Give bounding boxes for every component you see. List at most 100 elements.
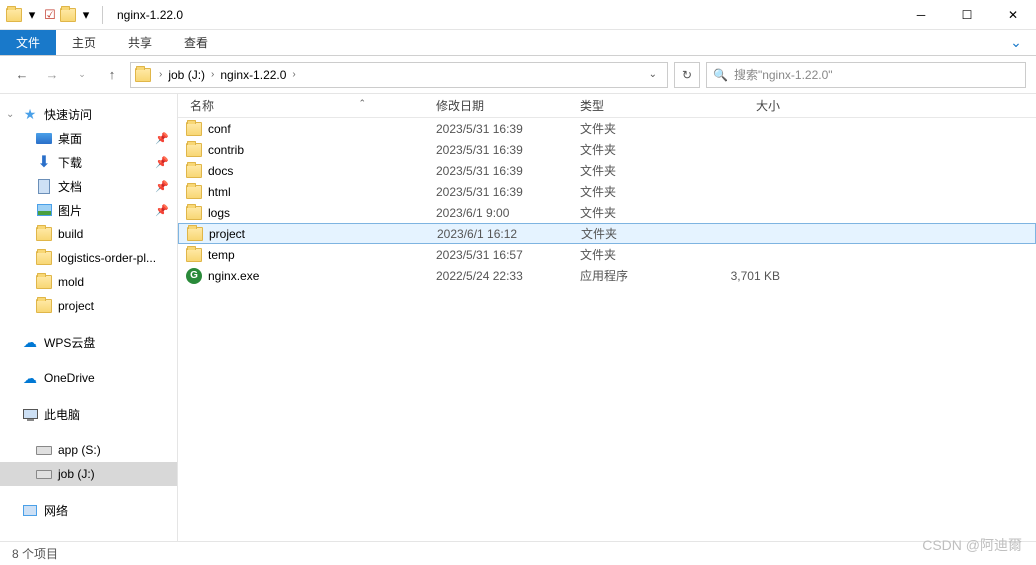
folder-icon — [36, 227, 52, 241]
sidebar-label: OneDrive — [44, 371, 95, 385]
sidebar-quick-item[interactable]: build — [0, 222, 177, 246]
refresh-button[interactable]: ↻ — [674, 62, 700, 88]
document-icon — [36, 178, 52, 194]
window-controls: ─ ☐ ✕ — [898, 0, 1036, 30]
sidebar-drive-item[interactable]: app (S:) — [0, 438, 177, 462]
chevron-right-icon[interactable]: › — [288, 69, 299, 80]
qat-divider-icon[interactable]: ▾ — [78, 7, 94, 23]
tab-home[interactable]: 主页 — [56, 30, 112, 55]
star-icon: ★ — [22, 106, 38, 122]
sidebar-network[interactable]: 网络 — [0, 498, 177, 522]
network-icon — [22, 502, 38, 518]
sidebar-item-label: 桌面 — [58, 130, 82, 147]
pin-icon: 📌 — [155, 204, 169, 217]
breadcrumb-item[interactable]: nginx-1.22.0 — [218, 68, 288, 82]
column-date[interactable]: 修改日期 — [436, 97, 580, 114]
file-type: 文件夹 — [581, 225, 701, 242]
column-size[interactable]: 大小 — [700, 97, 810, 114]
file-tab[interactable]: 文件 — [0, 30, 56, 55]
chevron-right-icon[interactable]: › — [207, 69, 218, 80]
file-date: 2023/5/31 16:39 — [436, 143, 580, 157]
file-name: project — [209, 227, 245, 241]
sidebar-quick-item[interactable]: logistics-order-pl... — [0, 246, 177, 270]
file-row[interactable]: html2023/5/31 16:39文件夹 — [178, 181, 1036, 202]
tab-view[interactable]: 查看 — [168, 30, 224, 55]
sidebar-wps[interactable]: ☁ WPS云盘 — [0, 330, 177, 354]
sidebar-quick-item[interactable]: mold — [0, 270, 177, 294]
breadcrumb-item[interactable]: job (J:) — [166, 68, 207, 82]
file-name: temp — [208, 248, 235, 262]
sidebar: ⌄ ★ 快速访问 桌面📌⬇下载📌文档📌图片📌buildlogistics-ord… — [0, 94, 178, 541]
sidebar-item-label: 下载 — [58, 154, 82, 171]
column-label: 名称 — [190, 99, 214, 113]
file-date: 2023/5/31 16:39 — [436, 122, 580, 136]
minimize-button[interactable]: ─ — [898, 0, 944, 30]
sidebar-label: 网络 — [44, 502, 68, 519]
sidebar-quick-item[interactable]: project — [0, 294, 177, 318]
close-button[interactable]: ✕ — [990, 0, 1036, 30]
properties-icon[interactable]: ☑ — [42, 7, 58, 23]
sidebar-item-label: build — [58, 227, 83, 241]
file-type: 文件夹 — [580, 141, 700, 158]
file-row[interactable]: docs2023/5/31 16:39文件夹 — [178, 160, 1036, 181]
file-row[interactable]: Gnginx.exe2022/5/24 22:33应用程序3,701 KB — [178, 265, 1036, 286]
open-folder-icon[interactable] — [60, 8, 76, 22]
sidebar-drive-item[interactable]: job (J:) — [0, 462, 177, 486]
up-button[interactable]: ↑ — [100, 63, 124, 87]
sidebar-this-pc[interactable]: 此电脑 — [0, 402, 177, 426]
sidebar-quick-item[interactable]: 桌面 📌 — [0, 126, 177, 150]
folder-icon — [186, 248, 202, 262]
recent-dropdown-icon[interactable]: ⌄ — [70, 63, 94, 87]
file-size: 3,701 KB — [700, 269, 810, 283]
file-type: 文件夹 — [580, 120, 700, 137]
file-name: docs — [208, 164, 233, 178]
chevron-right-icon[interactable]: › — [155, 69, 166, 80]
sidebar-onedrive[interactable]: ☁ OneDrive — [0, 366, 177, 390]
sidebar-quick-item[interactable]: ⬇下载📌 — [0, 150, 177, 174]
file-name: nginx.exe — [208, 269, 259, 283]
desktop-icon — [36, 130, 52, 146]
maximize-button[interactable]: ☐ — [944, 0, 990, 30]
file-row[interactable]: project2023/6/1 16:12文件夹 — [178, 223, 1036, 244]
file-row[interactable]: conf 2023/5/31 16:39文件夹 — [178, 118, 1036, 139]
app-folder-icon — [6, 8, 22, 22]
file-row[interactable]: temp2023/5/31 16:57文件夹 — [178, 244, 1036, 265]
folder-icon — [186, 143, 202, 157]
pin-icon: 📌 — [155, 132, 169, 145]
sidebar-item-label: app (S:) — [58, 443, 101, 457]
column-type[interactable]: 类型 — [580, 97, 700, 114]
pc-icon — [22, 406, 38, 422]
sidebar-quick-access[interactable]: ⌄ ★ 快速访问 — [0, 102, 177, 126]
titlebar: ▾ ☑ ▾ nginx-1.22.0 ─ ☐ ✕ — [0, 0, 1036, 30]
file-date: 2023/6/1 9:00 — [436, 206, 580, 220]
qat-dropdown-icon[interactable]: ▾ — [24, 7, 40, 23]
tab-share[interactable]: 共享 — [112, 30, 168, 55]
folder-icon — [186, 122, 202, 136]
column-headers: 名称 ⌃ 修改日期 类型 大小 — [178, 94, 1036, 118]
back-button[interactable]: ← — [10, 63, 34, 87]
search-box[interactable]: 🔍 搜索"nginx-1.22.0" — [706, 62, 1026, 88]
file-list: conf2023/5/31 16:39文件夹contrib2023/5/31 1… — [178, 118, 1036, 541]
address-dropdown-icon[interactable]: ⌄ — [643, 69, 663, 80]
file-name: conf — [208, 122, 231, 136]
folder-icon — [186, 164, 202, 178]
column-name[interactable]: 名称 ⌃ — [178, 97, 436, 114]
file-type: 文件夹 — [580, 183, 700, 200]
ribbon-expand-icon[interactable]: ⌄ — [996, 30, 1036, 55]
search-placeholder: 搜索"nginx-1.22.0" — [734, 66, 833, 83]
address-folder-icon — [135, 68, 151, 82]
file-date: 2023/5/31 16:57 — [436, 248, 580, 262]
sidebar-quick-item[interactable]: 文档📌 — [0, 174, 177, 198]
file-row[interactable]: logs2023/6/1 9:00文件夹 — [178, 202, 1036, 223]
file-name: contrib — [208, 143, 244, 157]
chevron-down-icon[interactable]: ⌄ — [6, 109, 14, 120]
drive-icon — [36, 466, 52, 482]
pin-icon: 📌 — [155, 180, 169, 193]
sidebar-quick-item[interactable]: 图片📌 — [0, 198, 177, 222]
ribbon: 文件 主页 共享 查看 ⌄ — [0, 30, 1036, 56]
file-row[interactable]: contrib 2023/5/31 16:39文件夹 — [178, 139, 1036, 160]
download-icon: ⬇ — [36, 154, 52, 170]
sidebar-item-label: logistics-order-pl... — [58, 251, 156, 265]
address-bar[interactable]: › job (J:) › nginx-1.22.0 › ⌄ — [130, 62, 668, 88]
forward-button[interactable]: → — [40, 63, 64, 87]
